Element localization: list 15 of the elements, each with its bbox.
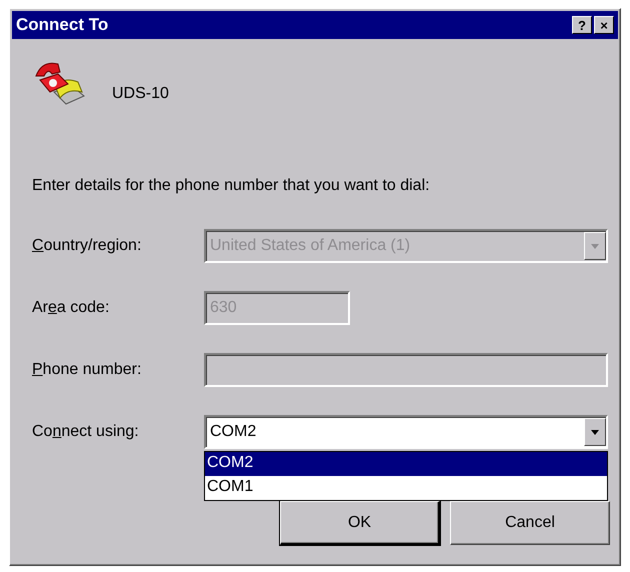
field-label: Phone number: [32,361,142,379]
field-label: Country/region: [32,237,142,255]
dropdown-option[interactable]: COM1 [205,476,607,500]
field-label: Connect using: [32,423,140,441]
dropdown-option[interactable]: COM2 [205,452,607,476]
dropdown-value: United States of America (1) [210,237,412,255]
dropdown-value: COM2 [210,423,258,441]
connection-name: UDS-10 [112,85,169,103]
ok-button[interactable]: OK [280,501,440,545]
close-button[interactable]: × [594,16,614,34]
window-title: Connect To [16,15,110,35]
help-button[interactable]: ? [572,16,592,34]
instructions-text: Enter details for the phone number that you want to dial: [32,177,431,195]
field-label: Area code: [32,299,110,317]
cancel-button[interactable]: Cancel [450,501,610,545]
